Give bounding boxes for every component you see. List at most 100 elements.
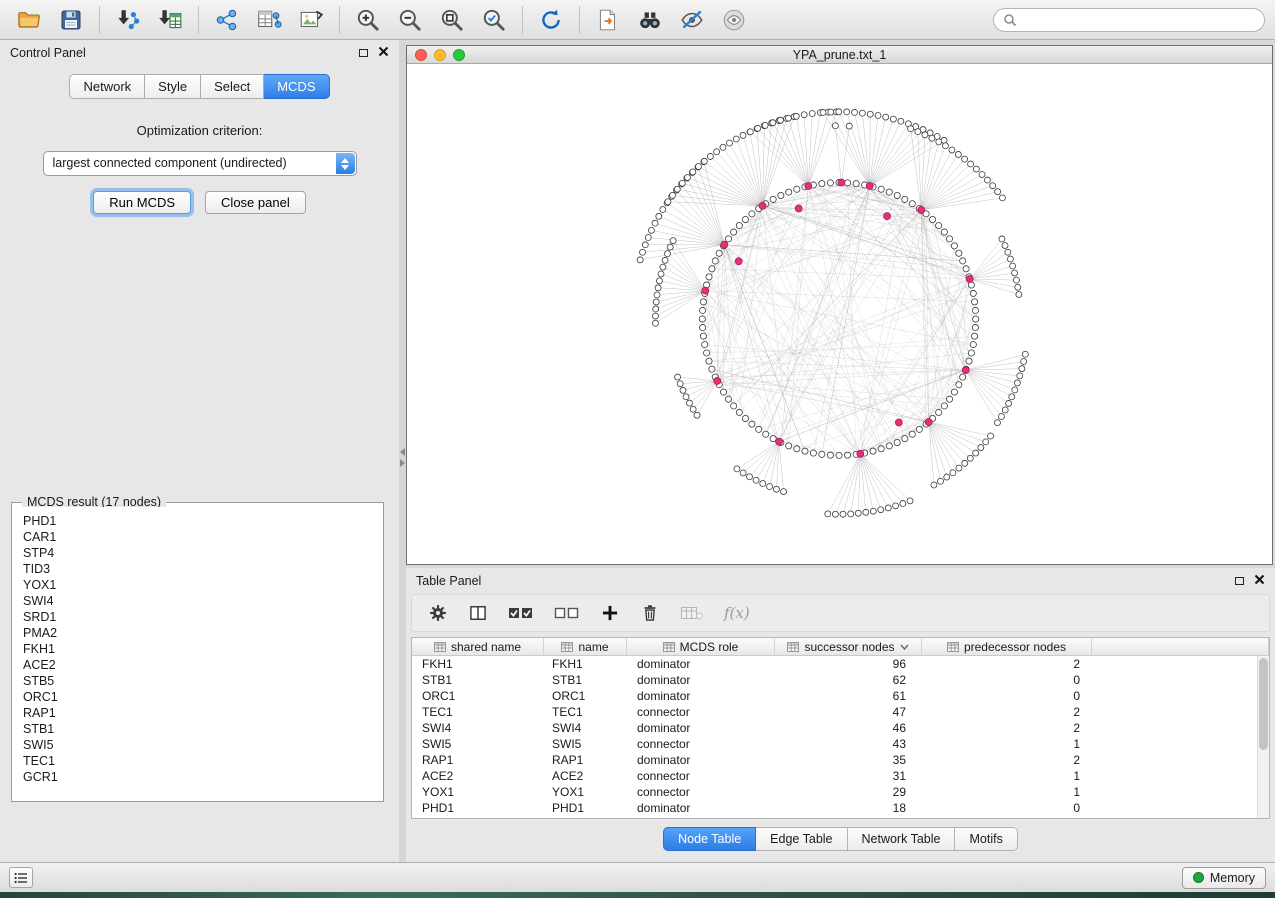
open-folder-button[interactable] bbox=[10, 4, 48, 36]
zoom-selected-button[interactable] bbox=[475, 4, 513, 36]
table-row[interactable]: YOX1YOX1connector291 bbox=[412, 784, 1269, 800]
column-header-successor-nodes[interactable]: successor nodes bbox=[775, 638, 922, 656]
panel-splitter[interactable] bbox=[399, 40, 406, 862]
table-row[interactable]: PHD1PHD1dominator180 bbox=[412, 800, 1269, 816]
splitter-handle-icon[interactable] bbox=[400, 448, 405, 467]
table-row[interactable]: RAP1RAP1dominator352 bbox=[412, 752, 1269, 768]
search-box[interactable] bbox=[993, 8, 1265, 32]
mcds-result-item[interactable]: STP4 bbox=[23, 545, 381, 561]
show-eye-button[interactable] bbox=[715, 4, 753, 36]
optimization-criterion-label: Optimization criterion: bbox=[0, 123, 399, 138]
tab-style[interactable]: Style bbox=[145, 74, 201, 99]
mcds-result-item[interactable]: RAP1 bbox=[23, 705, 381, 721]
criterion-dropdown[interactable]: largest connected component (undirected) bbox=[43, 151, 357, 176]
table-row[interactable]: ORC1ORC1dominator610 bbox=[412, 688, 1269, 704]
table-cell: 2 bbox=[922, 704, 1092, 720]
hide-column-icon[interactable] bbox=[680, 604, 704, 622]
network-graph[interactable] bbox=[407, 65, 1272, 564]
mcds-result-item[interactable]: YOX1 bbox=[23, 577, 381, 593]
mcds-result-item[interactable]: FKH1 bbox=[23, 641, 381, 657]
table-row[interactable]: FKH1FKH1dominator962 bbox=[412, 656, 1269, 672]
tab-network[interactable]: Network bbox=[69, 74, 145, 99]
hide-annotations-button[interactable] bbox=[673, 4, 711, 36]
table-cell-filler bbox=[1092, 656, 1269, 672]
new-network-button[interactable] bbox=[208, 4, 246, 36]
close-panel-icon[interactable] bbox=[378, 46, 389, 60]
mcds-result-item[interactable]: SRD1 bbox=[23, 609, 381, 625]
dropdown-stepper-icon bbox=[336, 153, 355, 174]
mcds-result-item[interactable]: PMA2 bbox=[23, 625, 381, 641]
window-zoom-icon[interactable] bbox=[453, 49, 465, 61]
zoom-out-button[interactable] bbox=[391, 4, 429, 36]
add-row-icon[interactable] bbox=[600, 603, 620, 623]
mcds-result-item[interactable]: ORC1 bbox=[23, 689, 381, 705]
float-panel-icon[interactable] bbox=[359, 49, 368, 57]
table-row[interactable]: ACE2ACE2connector311 bbox=[412, 768, 1269, 784]
export-image-button[interactable] bbox=[292, 4, 330, 36]
bottom-tab-edge-table[interactable]: Edge Table bbox=[756, 827, 847, 851]
run-mcds-button[interactable]: Run MCDS bbox=[93, 191, 191, 214]
mcds-result-item[interactable]: SWI5 bbox=[23, 737, 381, 753]
zoom-fit-button[interactable] bbox=[433, 4, 471, 36]
mcds-result-item[interactable]: CAR1 bbox=[23, 529, 381, 545]
gear-icon[interactable] bbox=[428, 603, 448, 623]
zoom-in-button[interactable] bbox=[349, 4, 387, 36]
mcds-result-item[interactable]: PHD1 bbox=[23, 513, 381, 529]
table-row[interactable]: STB1STB1dominator620 bbox=[412, 672, 1269, 688]
table-row[interactable]: SWI5SWI5connector431 bbox=[412, 736, 1269, 752]
deselect-all-icon[interactable] bbox=[554, 604, 580, 622]
column-header-name[interactable]: name bbox=[544, 638, 627, 656]
mcds-result-item[interactable]: TID3 bbox=[23, 561, 381, 577]
table-cell: ORC1 bbox=[544, 688, 627, 704]
close-table-panel-icon[interactable] bbox=[1254, 574, 1265, 588]
table-cell: 62 bbox=[775, 672, 922, 688]
column-header-predecessor-nodes[interactable]: predecessor nodes bbox=[922, 638, 1092, 656]
import-table-button[interactable] bbox=[151, 4, 189, 36]
network-canvas[interactable] bbox=[407, 65, 1272, 564]
mcds-result-item[interactable]: STB1 bbox=[23, 721, 381, 737]
table-cell: 1 bbox=[922, 784, 1092, 800]
table-cell: connector bbox=[627, 784, 775, 800]
mcds-result-item[interactable]: SWI4 bbox=[23, 593, 381, 609]
table-row[interactable]: SWI4SWI4dominator462 bbox=[412, 720, 1269, 736]
network-window-titlebar[interactable]: YPA_prune.txt_1 bbox=[407, 46, 1272, 64]
column-header-shared-name[interactable]: shared name bbox=[412, 638, 544, 656]
mcds-result-item[interactable]: GCR1 bbox=[23, 769, 381, 785]
function-builder-icon[interactable]: f(x) bbox=[724, 604, 750, 622]
select-all-icon[interactable] bbox=[508, 604, 534, 622]
column-header-MCDS-role[interactable]: MCDS role bbox=[627, 638, 775, 656]
memory-button[interactable]: Memory bbox=[1182, 867, 1266, 889]
mcds-result-item[interactable]: TEC1 bbox=[23, 753, 381, 769]
mcds-result-item[interactable]: ACE2 bbox=[23, 657, 381, 673]
close-panel-button[interactable]: Close panel bbox=[205, 191, 306, 214]
control-panel-tabs: NetworkStyleSelectMCDS bbox=[0, 74, 399, 99]
window-minimize-icon[interactable] bbox=[434, 49, 446, 61]
memory-status-icon bbox=[1193, 872, 1204, 883]
table-row[interactable]: TEC1TEC1connector472 bbox=[412, 704, 1269, 720]
copy-network-doc-button[interactable] bbox=[589, 4, 627, 36]
tab-mcds[interactable]: MCDS bbox=[264, 74, 329, 99]
bottom-tab-node-table[interactable]: Node Table bbox=[663, 827, 756, 851]
bottom-tab-motifs[interactable]: Motifs bbox=[955, 827, 1017, 851]
import-network-button[interactable] bbox=[109, 4, 147, 36]
delete-row-icon[interactable] bbox=[640, 603, 660, 623]
search-binoculars-button[interactable] bbox=[631, 4, 669, 36]
tab-select[interactable]: Select bbox=[201, 74, 264, 99]
import-table-icon bbox=[157, 7, 183, 33]
table-cell: SWI4 bbox=[412, 720, 544, 736]
mcds-result-list[interactable]: PHD1CAR1STP4TID3YOX1SWI4SRD1PMA2FKH1ACE2… bbox=[14, 507, 381, 799]
network-from-table-button[interactable] bbox=[250, 4, 288, 36]
main-toolbar bbox=[0, 0, 1275, 40]
refresh-layout-button[interactable] bbox=[532, 4, 570, 36]
float-table-panel-icon[interactable] bbox=[1235, 577, 1244, 585]
table-cell: RAP1 bbox=[412, 752, 544, 768]
window-close-icon[interactable] bbox=[415, 49, 427, 61]
show-column-icon[interactable] bbox=[468, 603, 488, 623]
search-input[interactable] bbox=[1023, 13, 1255, 27]
task-history-button[interactable] bbox=[9, 867, 33, 888]
mcds-result-item[interactable]: STB5 bbox=[23, 673, 381, 689]
table-scrollbar[interactable] bbox=[1257, 656, 1269, 818]
bottom-tab-network-table[interactable]: Network Table bbox=[848, 827, 956, 851]
table-scrollbar-thumb[interactable] bbox=[1259, 658, 1268, 750]
save-session-button[interactable] bbox=[52, 4, 90, 36]
